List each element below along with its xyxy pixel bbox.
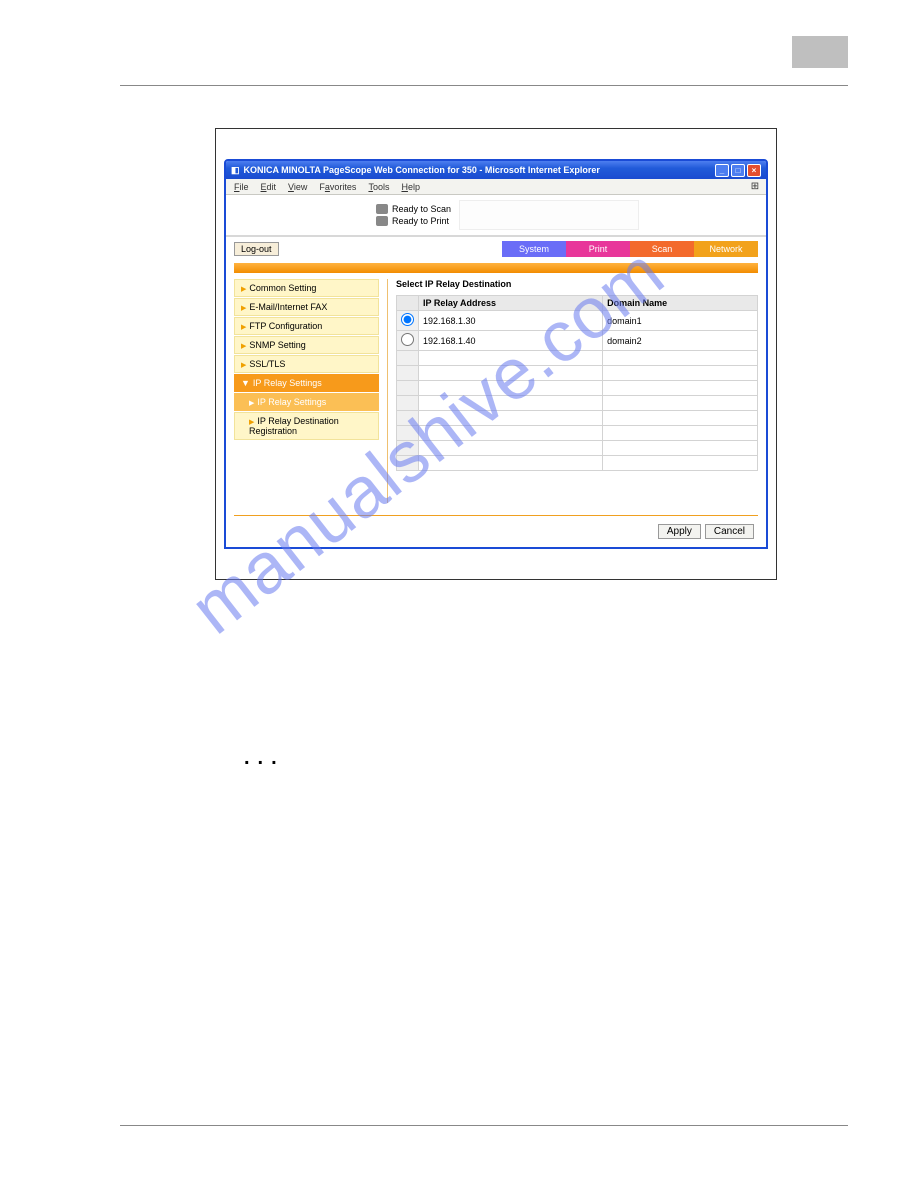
logout-button[interactable]: Log-out [234,242,279,256]
cell-address [419,456,603,471]
radio-cell [397,426,419,441]
tab-scan[interactable]: Scan [630,241,694,257]
sidebar-item-ftp[interactable]: ▶FTP Configuration [234,317,379,335]
menu-tools[interactable]: Tools [364,182,393,192]
relay-radio[interactable] [401,313,414,326]
radio-cell [397,396,419,411]
menu-favorites[interactable]: Favorites [315,182,360,192]
cell-domain [603,441,758,456]
cancel-button[interactable]: Cancel [705,524,754,539]
table-row [397,381,758,396]
screenshot-frame: ◧ KONICA MINOLTA PageScope Web Connectio… [215,128,777,580]
device-status: Ready to Scan Ready to Print [226,195,766,237]
table-row [397,366,758,381]
cell-domain: domain2 [603,331,758,351]
ip-relay-table: IP Relay Address Domain Name 192.168.1.3… [396,295,758,471]
browser-window: ◧ KONICA MINOLTA PageScope Web Connectio… [224,159,768,549]
col-radio [397,296,419,311]
top-rule [120,85,848,86]
cell-domain [603,426,758,441]
table-row [397,426,758,441]
radio-cell [397,411,419,426]
main-panel: Select IP Relay Destination IP Relay Add… [387,279,758,503]
col-address: IP Relay Address [419,296,603,311]
bottom-rule [120,1125,848,1126]
minimize-button[interactable]: _ [715,164,729,177]
menu-file[interactable]: File [230,182,253,192]
sidebar-item-email-ifax[interactable]: ▶E-Mail/Internet FAX [234,298,379,316]
cell-domain [603,456,758,471]
main-tabs: System Print Scan Network [502,241,758,257]
radio-cell [397,456,419,471]
cell-address [419,426,603,441]
cell-address [419,441,603,456]
table-row [397,351,758,366]
cell-address [419,366,603,381]
table-row [397,411,758,426]
maximize-button[interactable]: □ [731,164,745,177]
cell-domain: domain1 [603,311,758,331]
cell-domain [603,351,758,366]
printer-icon [376,216,388,226]
cell-address [419,351,603,366]
menu-view[interactable]: View [284,182,311,192]
sidebar: ▶Common Setting ▶E-Mail/Internet FAX ▶FT… [234,279,379,503]
table-row [397,441,758,456]
sidebar-item-ip-relay-dest-reg[interactable]: ▶IP Relay Destination Registration [234,412,379,440]
close-button[interactable]: × [747,164,761,177]
accent-bar [234,263,758,273]
cell-address [419,396,603,411]
ie-icon: ◧ [231,165,240,176]
cell-domain [603,366,758,381]
radio-cell[interactable] [397,311,419,331]
sidebar-item-common-setting[interactable]: ▶Common Setting [234,279,379,297]
title-bar: ◧ KONICA MINOLTA PageScope Web Connectio… [226,161,766,179]
panel-heading: Select IP Relay Destination [396,279,758,289]
cell-address [419,381,603,396]
cell-domain [603,381,758,396]
status-print: Ready to Print [392,216,449,226]
cell-address [419,411,603,426]
tab-network[interactable]: Network [694,241,758,257]
windows-flag-icon: ⊞ [746,179,764,194]
sidebar-item-ssl-tls[interactable]: ▶SSL/TLS [234,355,379,373]
tab-print[interactable]: Print [566,241,630,257]
sidebar-item-ip-relay-settings[interactable]: ▶IP Relay Settings [234,393,379,411]
col-domain: Domain Name [603,296,758,311]
sidebar-item-ip-relay-parent[interactable]: ▼IP Relay Settings [234,374,379,392]
table-row: 192.168.1.30domain1 [397,311,758,331]
table-row: 192.168.1.40domain2 [397,331,758,351]
ellipsis-dots: ... [244,747,285,770]
apply-button[interactable]: Apply [658,524,701,539]
tab-system[interactable]: System [502,241,566,257]
table-row [397,456,758,471]
cell-address: 192.168.1.30 [419,311,603,331]
cell-address: 192.168.1.40 [419,331,603,351]
scanner-icon [376,204,388,214]
menu-bar: File Edit View Favorites Tools Help ⊞ [226,179,766,195]
radio-cell [397,441,419,456]
sidebar-item-snmp[interactable]: ▶SNMP Setting [234,336,379,354]
radio-cell [397,381,419,396]
menu-help[interactable]: Help [397,182,424,192]
cell-domain [603,396,758,411]
window-title: KONICA MINOLTA PageScope Web Connection … [244,165,715,175]
logo-placeholder [459,200,639,230]
status-scan: Ready to Scan [392,204,451,214]
relay-radio[interactable] [401,333,414,346]
cell-domain [603,411,758,426]
menu-edit[interactable]: Edit [257,182,281,192]
radio-cell[interactable] [397,331,419,351]
radio-cell [397,351,419,366]
table-row [397,396,758,411]
radio-cell [397,366,419,381]
page-corner-box [792,36,848,68]
